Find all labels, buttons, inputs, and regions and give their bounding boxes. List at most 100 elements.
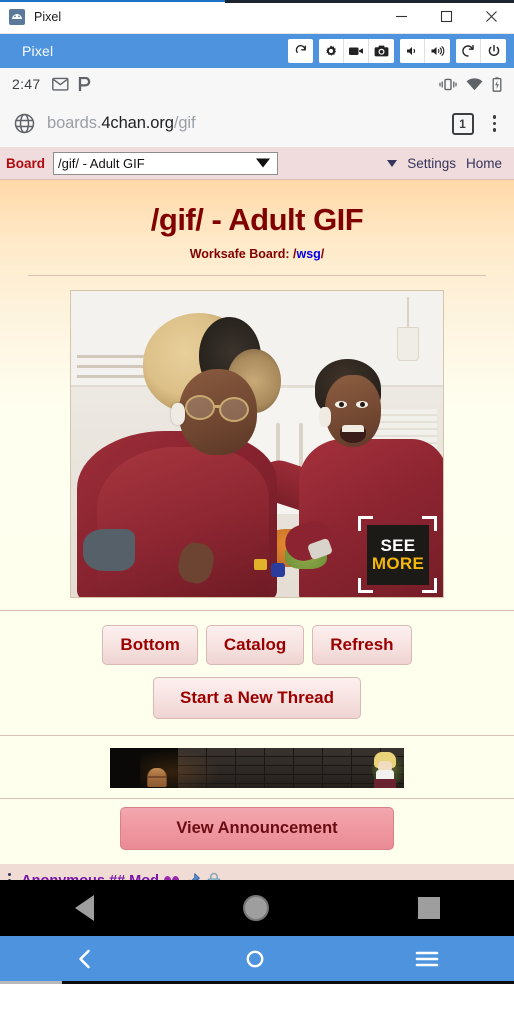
person1-glasses-bridge xyxy=(214,405,221,408)
sponsored-ad-image[interactable]: SEE MORE xyxy=(70,290,444,598)
power-group xyxy=(456,39,506,63)
person2-pupil-left xyxy=(339,402,344,407)
emulator-tool-buttons xyxy=(288,39,506,63)
pendant-lamp xyxy=(397,327,419,361)
worksafe-prefix: Worksafe Board: xyxy=(189,247,293,261)
triangle-down-icon[interactable] xyxy=(387,159,398,167)
refresh-button[interactable]: Refresh xyxy=(312,625,412,665)
banner-character-skirt xyxy=(374,779,396,788)
vibrate-icon xyxy=(439,78,457,91)
emu-back-button[interactable] xyxy=(75,948,95,970)
board-select-value: /gif/ - Adult GIF xyxy=(58,155,145,171)
worksafe-board-note: Worksafe Board: /wsg/ xyxy=(0,247,514,261)
window-controls xyxy=(379,0,514,33)
banner-barrel xyxy=(147,768,167,787)
pocket-casts-icon xyxy=(78,76,91,92)
status-system-icons xyxy=(439,76,502,92)
emu-menu-button[interactable] xyxy=(415,950,439,968)
volume-group xyxy=(400,39,450,63)
globe-icon xyxy=(14,113,35,134)
locked-thread-icon xyxy=(206,872,222,880)
banner-character xyxy=(372,752,398,788)
url-path: /gif xyxy=(173,114,196,132)
person1-arm xyxy=(83,529,135,571)
see-more-line2: MORE xyxy=(371,554,425,573)
window-title-bar: Pixel xyxy=(0,0,514,34)
capture-group xyxy=(319,39,394,63)
start-new-thread-button[interactable]: Start a New Thread xyxy=(153,677,361,719)
board-label: Board xyxy=(6,155,46,171)
emulator-navigation-bar xyxy=(0,936,514,984)
catalog-button[interactable]: Catalog xyxy=(205,625,305,665)
person2-pupil-right xyxy=(360,402,365,407)
android-emulator-icon xyxy=(9,8,25,25)
board-body: /gif/ - Adult GIF Worksafe Board: /wsg/ xyxy=(0,180,514,880)
chevron-down-icon xyxy=(256,158,271,168)
emulator-toolbar: Pixel xyxy=(0,34,514,68)
window-title: Pixel xyxy=(34,9,62,24)
screenshot-camera-icon[interactable] xyxy=(369,39,394,63)
button-row-primary: Bottom Catalog Refresh xyxy=(0,625,514,665)
post-menu-icon[interactable] xyxy=(6,873,16,880)
gmail-icon xyxy=(52,77,69,91)
emu-home-button[interactable] xyxy=(244,948,266,970)
page-title: /gif/ - Adult GIF xyxy=(150,202,364,237)
tab-switcher-button[interactable]: 1 xyxy=(451,112,474,135)
button-row-secondary: Start a New Thread xyxy=(0,677,514,719)
screen-bottom-edge xyxy=(0,981,514,984)
announcement-container: View Announcement xyxy=(0,799,514,864)
worksafe-board-link[interactable]: wsg xyxy=(296,247,320,261)
url-text[interactable]: boards.4chan.org/gif xyxy=(47,114,196,133)
close-button[interactable] xyxy=(469,0,514,33)
video-camera-icon[interactable] xyxy=(344,39,369,63)
banner-container xyxy=(0,736,514,798)
kebab-menu-icon[interactable] xyxy=(487,113,503,134)
emulator-device-name: Pixel xyxy=(22,43,54,59)
minimize-button[interactable] xyxy=(379,0,424,33)
reload-icon[interactable] xyxy=(456,39,481,63)
person2-teeth xyxy=(342,425,364,432)
view-announcement-button[interactable]: View Announcement xyxy=(120,807,394,850)
volume-down-icon[interactable] xyxy=(400,39,425,63)
url-prefix: boards. xyxy=(47,114,102,132)
person1-glasses-right xyxy=(219,397,249,422)
person2-earring xyxy=(319,407,331,427)
lamp-cord xyxy=(407,297,409,329)
board-bar-links: Settings Home xyxy=(387,156,508,171)
status-clock: 2:47 xyxy=(12,76,41,92)
ad-container: SEE MORE xyxy=(0,276,514,610)
maximize-button[interactable] xyxy=(424,0,469,33)
android-navigation-bar xyxy=(0,880,514,936)
android-status-bar: 2:47 xyxy=(0,68,514,100)
sticky-post: Anonymous ## Mod READ FIRST 04/19/14(Sat… xyxy=(0,864,514,880)
see-more-badge[interactable]: SEE MORE xyxy=(367,525,429,585)
browser-omnibox[interactable]: boards.4chan.org/gif 1 xyxy=(0,100,514,147)
web-page: Board /gif/ - Adult GIF Settings Home /g… xyxy=(0,147,514,880)
sticky-pin-icon xyxy=(184,872,201,880)
worksafe-slash-close: / xyxy=(320,247,325,261)
recents-square-button[interactable] xyxy=(417,897,440,919)
blue-object xyxy=(271,563,285,577)
wifi-icon xyxy=(466,77,483,91)
app-root: Pixel Pixel 2:47 boards.4chan.org/gif 1 … xyxy=(0,0,514,1036)
bottom-button[interactable]: Bottom xyxy=(102,625,198,665)
board-action-buttons: Bottom Catalog Refresh Start a New Threa… xyxy=(0,611,514,735)
home-link[interactable]: Home xyxy=(466,156,502,171)
power-icon[interactable] xyxy=(481,39,506,63)
rotate-icon[interactable] xyxy=(288,39,313,63)
back-triangle-button[interactable] xyxy=(74,895,94,921)
board-banner[interactable] xyxy=(110,748,404,788)
yellow-object xyxy=(254,559,267,570)
post-author-name: Anonymous ## Mod xyxy=(21,873,159,881)
status-notification-icons xyxy=(52,76,91,92)
see-more-line1: SEE xyxy=(380,536,416,556)
home-circle-button[interactable] xyxy=(242,895,269,921)
cabinet-handle-right xyxy=(299,423,303,467)
settings-gear-icon[interactable] xyxy=(319,39,344,63)
volume-up-icon[interactable] xyxy=(425,39,450,63)
settings-link[interactable]: Settings xyxy=(407,156,456,171)
post-header: Anonymous ## Mod xyxy=(6,872,504,880)
battery-charging-icon xyxy=(492,76,502,92)
board-select[interactable]: /gif/ - Adult GIF xyxy=(53,151,279,175)
url-host: 4chan.org xyxy=(101,114,174,132)
